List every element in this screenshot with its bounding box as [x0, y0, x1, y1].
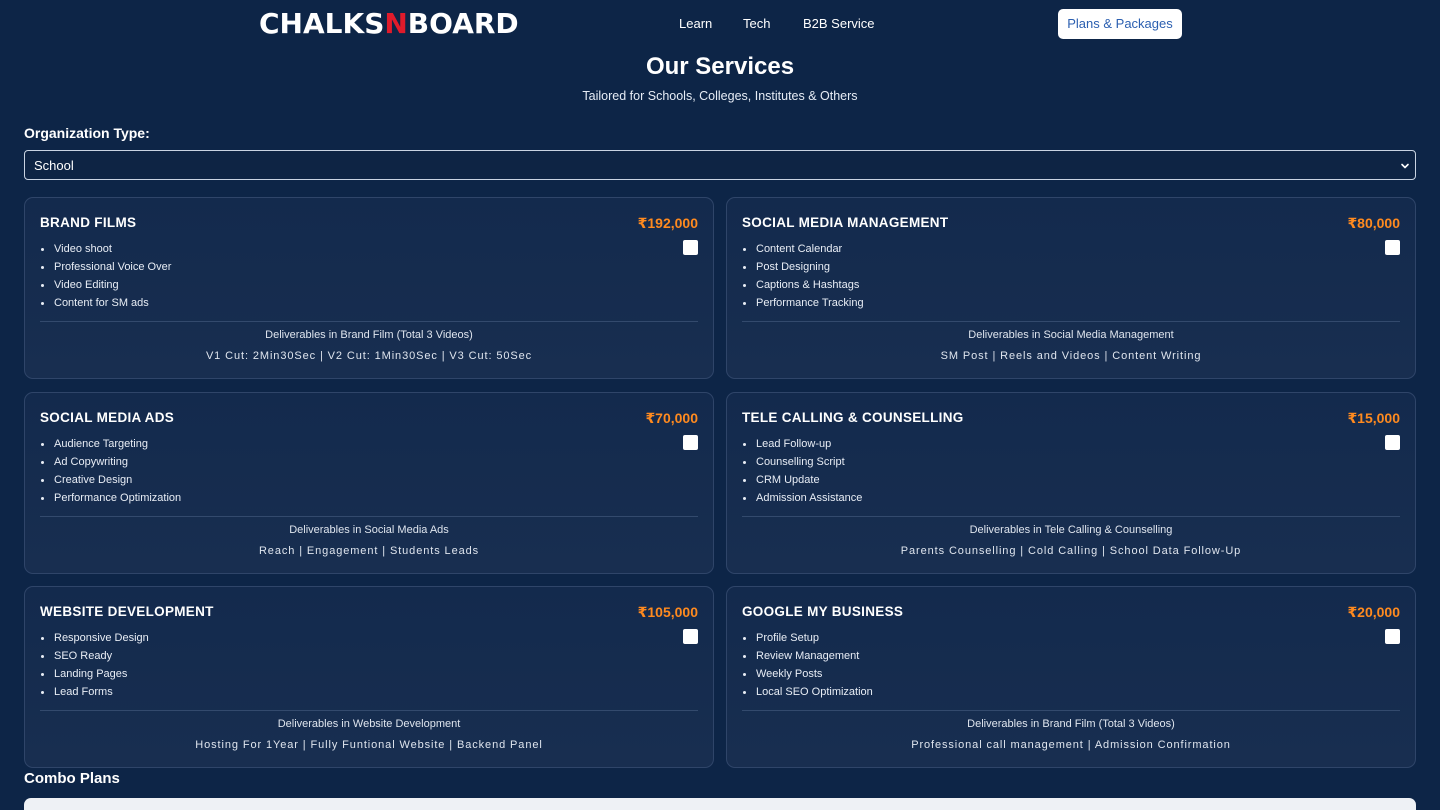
service-card-website-development: WEBSITE DEVELOPMENT ₹105,000 Responsive …	[24, 586, 714, 768]
service-select-checkbox[interactable]	[683, 629, 698, 644]
service-select-checkbox[interactable]	[683, 435, 698, 450]
deliverables-title: Deliverables in Tele Calling & Counselli…	[969, 524, 1173, 536]
nav-b2b-service[interactable]: B2B Service	[803, 16, 883, 32]
feature-item: Post Designing	[743, 258, 864, 276]
feature-item: Landing Pages	[41, 665, 149, 683]
logo[interactable]: CHALKSNBOARD	[259, 6, 519, 42]
top-header: CHALKSNBOARD Learn Tech B2B Service Plan…	[0, 0, 1440, 48]
feature-list: Lead Follow-up Counselling Script CRM Up…	[742, 435, 862, 507]
feature-item: CRM Update	[742, 471, 862, 489]
feature-item: Profile Setup	[743, 629, 873, 647]
deliverables-title: Deliverables in Social Media Management	[968, 329, 1174, 341]
service-card-social-media-ads: SOCIAL MEDIA ADS ₹70,000 Audience Target…	[24, 392, 714, 574]
feature-item: Creative Design	[40, 471, 181, 489]
feature-item: Weekly Posts	[743, 665, 873, 683]
org-type-selected-value: School	[34, 157, 74, 173]
feature-item: Video Editing	[40, 276, 171, 294]
nav-tech[interactable]: Tech	[743, 16, 783, 32]
feature-item: Admission Assistance	[742, 489, 862, 507]
org-type-select[interactable]: School	[24, 150, 1416, 180]
feature-item: Video shoot	[40, 240, 171, 258]
feature-item: Performance Tracking	[743, 294, 864, 312]
logo-text-part1: CHALKS	[259, 7, 385, 40]
service-card-tele-calling: TELE CALLING & COUNSELLING ₹15,000 Lead …	[726, 392, 1416, 574]
feature-list: Profile Setup Review Management Weekly P…	[743, 629, 873, 701]
org-type-label: Organization Type:	[24, 125, 150, 141]
combo-plans-table	[24, 798, 1416, 810]
service-title: BRAND FILMS	[40, 215, 137, 230]
deliverables-title: Deliverables in Brand Film (Total 3 Vide…	[265, 329, 473, 341]
service-price: ₹192,000	[637, 215, 698, 231]
card-divider	[40, 516, 698, 517]
feature-item: Responsive Design	[41, 629, 149, 647]
feature-item: Counselling Script	[742, 453, 862, 471]
feature-item: Professional Voice Over	[40, 258, 171, 276]
deliverables-title: Deliverables in Social Media Ads	[289, 524, 449, 536]
chevron-down-icon	[1399, 159, 1411, 171]
feature-list: Video shoot Professional Voice Over Vide…	[40, 240, 171, 312]
service-select-checkbox[interactable]	[683, 240, 698, 255]
feature-item: Lead Follow-up	[742, 435, 862, 453]
card-divider	[742, 516, 1400, 517]
page-title: Our Services	[645, 53, 795, 80]
deliverables-text: V1 Cut: 2Min30Sec | V2 Cut: 1Min30Sec | …	[205, 350, 533, 362]
page-subtitle: Tailored for Schools, Colleges, Institut…	[582, 89, 858, 103]
feature-item: Content for SM ads	[40, 294, 171, 312]
feature-item: Audience Targeting	[40, 435, 181, 453]
deliverables-text: Hosting For 1Year | Fully Funtional Webs…	[195, 739, 543, 751]
plans-packages-button[interactable]: Plans & Packages	[1058, 9, 1182, 39]
deliverables-title: Deliverables in Brand Film (Total 3 Vide…	[967, 718, 1175, 730]
deliverables-text: SM Post | Reels and Videos | Content Wri…	[940, 350, 1202, 362]
feature-list: Responsive Design SEO Ready Landing Page…	[41, 629, 149, 701]
service-card-brand-films: BRAND FILMS ₹192,000 Video shoot Profess…	[24, 197, 714, 379]
card-divider	[40, 710, 698, 711]
feature-item: Content Calendar	[743, 240, 864, 258]
service-price: ₹80,000	[1347, 215, 1400, 231]
feature-item: Ad Copywriting	[40, 453, 181, 471]
service-title: GOOGLE MY BUSINESS	[742, 604, 904, 619]
service-select-checkbox[interactable]	[1385, 240, 1400, 255]
card-divider	[742, 710, 1400, 711]
service-select-checkbox[interactable]	[1385, 629, 1400, 644]
service-select-checkbox[interactable]	[1385, 435, 1400, 450]
service-card-google-my-business: GOOGLE MY BUSINESS ₹20,000 Profile Setup…	[726, 586, 1416, 768]
service-title: SOCIAL MEDIA ADS	[40, 410, 175, 425]
logo-text-part3: BOARD	[407, 7, 519, 40]
deliverables-text: Professional call management | Admission…	[911, 739, 1231, 751]
feature-item: Local SEO Optimization	[743, 683, 873, 701]
service-title: TELE CALLING & COUNSELLING	[742, 410, 964, 425]
service-title: WEBSITE DEVELOPMENT	[40, 604, 214, 619]
card-divider	[40, 321, 698, 322]
service-title: SOCIAL MEDIA MANAGEMENT	[742, 215, 949, 230]
deliverables-title: Deliverables in Website Development	[277, 718, 461, 730]
feature-list: Content Calendar Post Designing Captions…	[743, 240, 864, 312]
deliverables-text: Reach | Engagement | Students Leads	[258, 545, 480, 557]
service-price: ₹15,000	[1347, 410, 1400, 426]
logo-text-accent: N	[384, 7, 408, 40]
feature-list: Audience Targeting Ad Copywriting Creati…	[40, 435, 181, 507]
feature-item: Performance Optimization	[40, 489, 181, 507]
feature-item: SEO Ready	[41, 647, 149, 665]
card-divider	[742, 321, 1400, 322]
service-price: ₹20,000	[1347, 604, 1400, 620]
deliverables-text: Parents Counselling | Cold Calling | Sch…	[900, 545, 1242, 557]
service-price: ₹70,000	[645, 410, 698, 426]
service-card-social-media-management: SOCIAL MEDIA MANAGEMENT ₹80,000 Content …	[726, 197, 1416, 379]
feature-item: Captions & Hashtags	[743, 276, 864, 294]
nav-learn[interactable]: Learn	[679, 16, 719, 32]
service-price: ₹105,000	[637, 604, 698, 620]
feature-item: Review Management	[743, 647, 873, 665]
combo-plans-title: Combo Plans	[24, 770, 120, 787]
feature-item: Lead Forms	[41, 683, 149, 701]
